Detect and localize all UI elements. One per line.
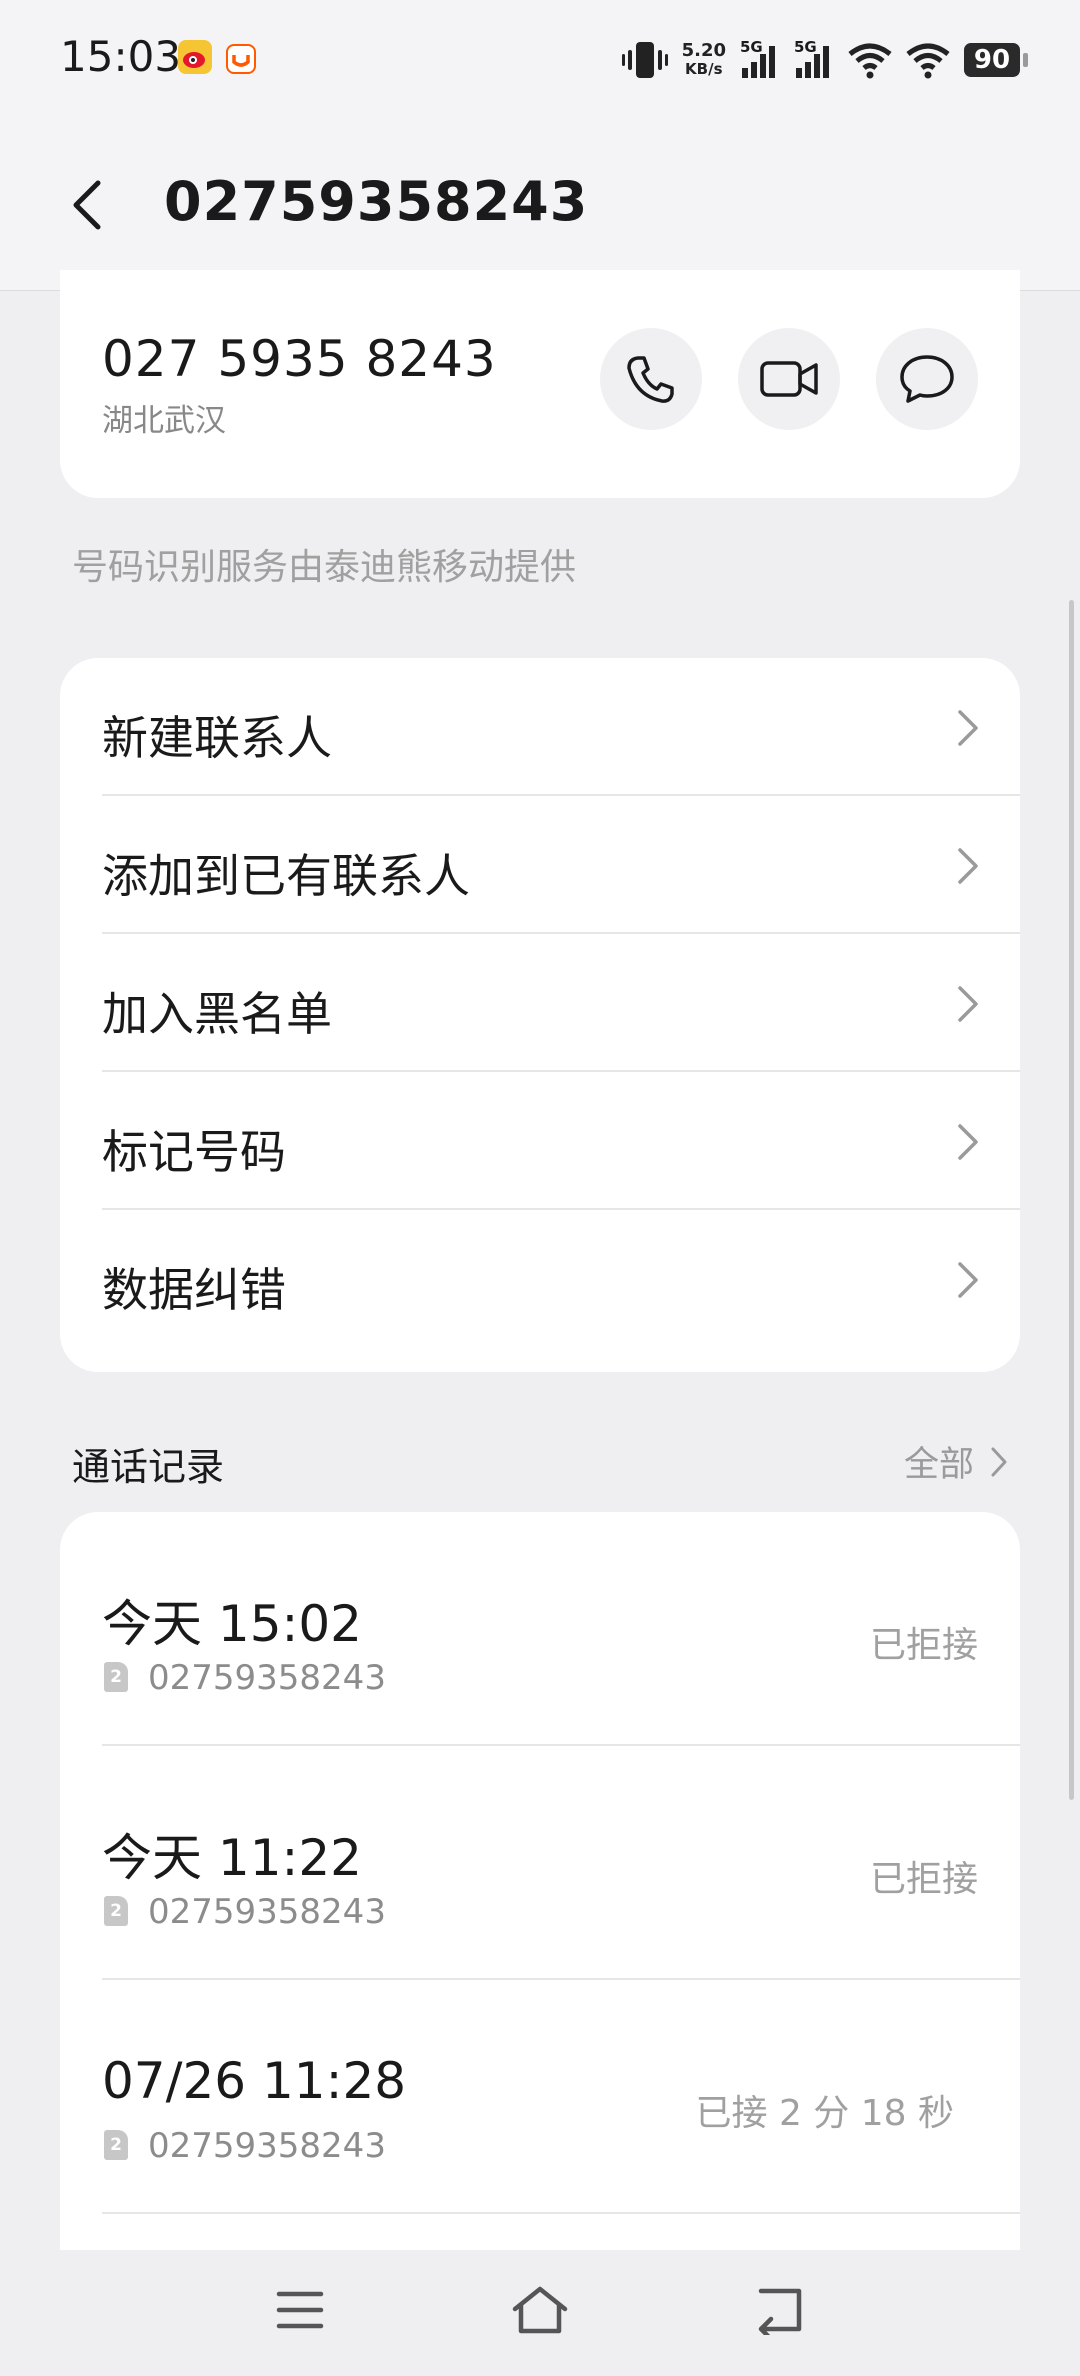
call-number: 02759358243 [148,1892,386,1932]
video-call-button[interactable] [738,328,840,430]
action-label: 数据纠错 [102,1263,286,1317]
call-number: 02759358243 [148,1658,386,1698]
block-number-row[interactable]: 加入黑名单 [60,934,1020,1072]
action-label: 添加到已有联系人 [102,849,470,903]
action-label: 标记号码 [102,1125,286,1179]
view-all-calls-link[interactable]: 全部 [904,1436,1008,1487]
back-nav-icon [758,2288,802,2335]
add-to-existing-contact-row[interactable]: 添加到已有联系人 [60,796,1020,934]
number-card: 027 5935 8243 湖北武汉 [60,270,1020,498]
message-bubble-icon [900,355,954,403]
back-button[interactable] [60,175,120,235]
chevron-right-icon [958,986,978,1022]
status-bar: 15:03 5.20 KB/s 5G 5G 90 [0,0,1080,120]
battery-icon: 90 [964,43,1028,77]
page-title: 02759358243 [164,170,589,233]
scrollbar[interactable] [1069,600,1074,1800]
phone-icon [627,356,674,403]
video-camera-icon [760,361,818,397]
call-button[interactable] [600,328,702,430]
wifi-icon [906,43,950,79]
call-log-title: 通话记录 [72,1445,225,1489]
sim-card-icon: 2 [104,2130,128,2160]
navigation-bar [0,2250,1080,2376]
new-contact-row[interactable]: 新建联系人 [60,658,1020,796]
wifi-calling-icon [848,43,892,79]
call-time: 今天 11:22 [102,1829,362,1887]
call-log-entry[interactable]: 07/26 11:28 2 02759358243 已接 2 分 18 秒 [60,1980,1020,2214]
message-button[interactable] [876,328,978,430]
status-time: 15:03 [60,32,182,81]
taobao-icon [226,44,256,74]
home-button[interactable] [508,2278,572,2342]
chevron-right-icon [958,1124,978,1160]
view-all-label: 全部 [903,1445,974,1485]
mark-number-row[interactable]: 标记号码 [60,1072,1020,1210]
call-status: 已接 2 分 18 秒 [695,2093,955,2134]
sim-card-icon: 2 [104,1896,128,1926]
sim-card-icon: 2 [104,1662,128,1692]
provider-note: 号码识别服务由泰迪熊移动提供 [72,547,577,588]
call-number: 02759358243 [148,2126,386,2166]
call-status: 已拒接 [869,1625,978,1666]
call-time: 今天 15:02 [102,1595,362,1653]
call-log-entry[interactable]: 今天 11:22 2 02759358243 已拒接 [60,1746,1020,1980]
chevron-right-icon [991,1447,1007,1476]
actions-card: 新建联系人 添加到已有联系人 加入黑名单 标记号码 数据纠错 [60,658,1020,1372]
menu-icon [276,2291,324,2329]
action-label: 加入黑名单 [102,987,332,1041]
call-status: 已拒接 [869,1859,978,1900]
number-location: 湖北武汉 [102,403,226,439]
call-time: 07/26 11:28 [102,2052,407,2110]
formatted-number[interactable]: 027 5935 8243 [102,330,497,388]
divider [102,2212,1020,2214]
chevron-right-icon [958,710,978,746]
chevron-right-icon [958,848,978,884]
signal-2-icon: 5G [794,38,834,82]
action-label: 新建联系人 [102,711,332,765]
call-log-entry[interactable]: 今天 15:02 2 02759358243 已拒接 [60,1512,1020,1746]
call-log-card: 今天 15:02 2 02759358243 已拒接 今天 11:22 2 02… [60,1512,1020,2312]
data-correction-row[interactable]: 数据纠错 [60,1210,1020,1348]
back-arrow-icon [73,180,101,230]
status-icons: 5.20 KB/s 5G 5G 90 [621,34,1028,86]
menu-button[interactable] [268,2278,332,2342]
vibrate-icon [621,42,668,78]
signal-1-icon: 5G [740,38,780,82]
weibo-icon [178,40,212,74]
net-speed: 5.20 KB/s [681,40,726,78]
back-nav-button[interactable] [748,2278,812,2342]
chevron-right-icon [958,1262,978,1298]
home-icon [512,2286,568,2334]
app-header: 02759358243 [0,120,1080,291]
